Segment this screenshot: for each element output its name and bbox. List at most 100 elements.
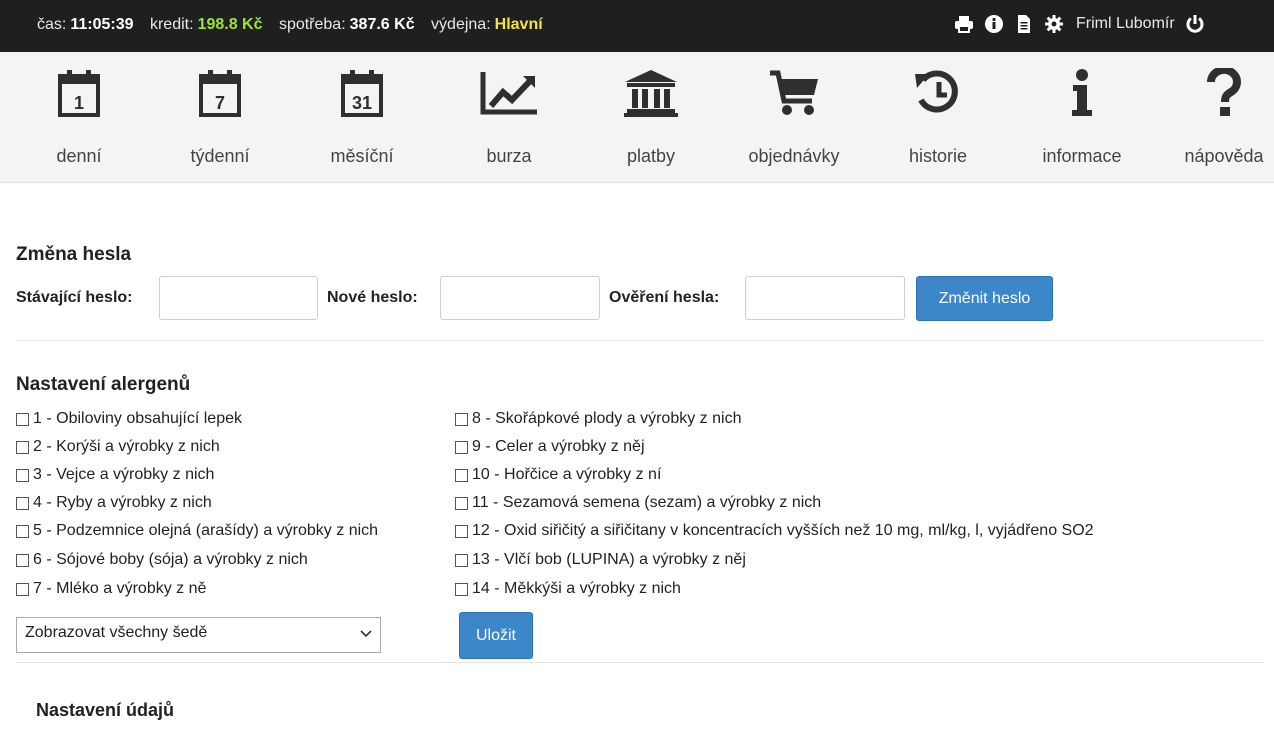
confirm-password-input[interactable]: [745, 276, 905, 320]
nav-label-orders: objednávky: [748, 146, 840, 166]
canteen-value: Hlavní: [494, 16, 543, 33]
allergen-checkbox[interactable]: [455, 582, 468, 596]
document-icon[interactable]: [1014, 14, 1034, 34]
allergen-item[interactable]: 13 - Vlčí bob (LUPINA) a výrobky z něj: [455, 551, 746, 569]
allergen-label: 12 - Oxid siřičitý a siřičitany v koncen…: [472, 522, 1094, 539]
calendar-month-number: 31: [352, 93, 372, 113]
allergen-item[interactable]: 9 - Celer a výrobky z něj: [455, 438, 645, 456]
nav-label-weekly: týdenní: [190, 146, 250, 166]
allergen-label: 13 - Vlčí bob (LUPINA) a výrobky z něj: [472, 551, 746, 568]
nav-label-information: informace: [1042, 146, 1122, 166]
nav-item-daily[interactable]: 1 denní: [14, 62, 144, 167]
allergen-item[interactable]: 1 - Obiloviny obsahující lepek: [16, 410, 242, 428]
allergens-section-title: Nastavení alergenů: [16, 374, 191, 395]
nav-item-exchange[interactable]: burza: [444, 62, 574, 167]
top-actions: Friml Lubomír: [954, 14, 1215, 34]
time-value: 11:05:39: [70, 16, 134, 33]
allergen-label: 4 - Ryby a výrobky z nich: [33, 494, 212, 511]
allergen-checkbox[interactable]: [16, 582, 29, 596]
allergen-item[interactable]: 4 - Ryby a výrobky z nich: [16, 494, 212, 512]
allergen-item[interactable]: 7 - Mléko a výrobky z ně: [16, 580, 206, 598]
allergen-checkbox[interactable]: [16, 468, 29, 482]
user-name[interactable]: Friml Lubomír: [1076, 15, 1175, 33]
nav-item-weekly[interactable]: 7 týdenní: [155, 62, 285, 167]
allergen-checkbox[interactable]: [16, 496, 29, 510]
nav-item-help[interactable]: nápověda: [1159, 62, 1274, 167]
nav-item-monthly[interactable]: 31 měsíční: [297, 62, 427, 167]
main-nav: 1 denní 7 týdenní 31 měsíční burza platb…: [0, 52, 1274, 183]
cart-icon: [729, 62, 859, 124]
calendar-day-icon: 1: [14, 62, 144, 124]
nav-item-information[interactable]: informace: [1017, 62, 1147, 167]
nav-item-history[interactable]: historie: [873, 62, 1003, 167]
allergen-item[interactable]: 8 - Skořápkové plody a výrobky z nich: [455, 410, 741, 428]
chart-line-icon: [444, 62, 574, 124]
calendar-week-icon: 7: [155, 62, 285, 124]
nav-label-daily: denní: [56, 146, 102, 166]
credit-value: 198.8 Kč: [197, 16, 263, 33]
allergen-item[interactable]: 5 - Podzemnice olejná (arašídy) a výrobk…: [16, 522, 378, 540]
status-stats: čas: 11:05:39 kredit: 198.8 Kč spotřeba: 38…: [37, 16, 555, 34]
nav-label-payments: platby: [626, 146, 676, 166]
allergen-checkbox[interactable]: [455, 412, 468, 426]
allergen-item[interactable]: 10 - Hořčice a výrobky z ní: [455, 466, 661, 484]
change-password-button[interactable]: Změnit heslo: [916, 276, 1053, 321]
allergen-display-select[interactable]: Zobrazovat všechny šedě: [16, 617, 381, 653]
allergen-item[interactable]: 3 - Vejce a výrobky z nich: [16, 466, 214, 484]
power-icon[interactable]: [1185, 14, 1205, 34]
nav-label-help: nápověda: [1184, 146, 1264, 166]
allergen-item[interactable]: 14 - Měkkýši a výrobky z nich: [455, 580, 681, 598]
allergen-checkbox[interactable]: [455, 524, 468, 538]
divider: [16, 340, 1264, 341]
current-password-input[interactable]: [159, 276, 318, 320]
print-icon[interactable]: [954, 14, 974, 34]
history-icon: [873, 62, 1003, 124]
allergen-label: 1 - Obiloviny obsahující lepek: [33, 410, 242, 427]
allergen-label: 9 - Celer a výrobky z něj: [472, 438, 645, 455]
spend-value: 387.6 Kč: [349, 16, 415, 33]
new-password-label: Nové heslo:: [327, 289, 418, 306]
spend-key: spotřeba:: [278, 16, 346, 33]
allergen-checkbox[interactable]: [16, 412, 29, 426]
allergen-label: 7 - Mléko a výrobky z ně: [33, 580, 207, 597]
new-password-input[interactable]: [440, 276, 600, 320]
nav-label-history: historie: [908, 146, 968, 166]
gear-icon[interactable]: [1044, 14, 1064, 34]
top-status-bar: čas: 11:05:39 kredit: 198.8 Kč spotřeba: 38…: [0, 0, 1274, 52]
allergen-label: 8 - Skořápkové plody a výrobky z nich: [472, 410, 742, 427]
question-icon: [1159, 62, 1274, 124]
current-password-label: Stávající heslo:: [16, 289, 133, 306]
allergen-checkbox[interactable]: [16, 524, 29, 538]
allergen-item[interactable]: 11 - Sezamová semena (sezam) a výrobky z…: [455, 494, 821, 512]
allergen-checkbox[interactable]: [455, 440, 468, 454]
calendar-day-number: 1: [74, 93, 84, 113]
divider: [16, 662, 1264, 663]
allergen-checkbox[interactable]: [455, 468, 468, 482]
allergen-label: 3 - Vejce a výrobky z nich: [33, 466, 215, 483]
canteen-key: výdejna:: [431, 16, 491, 33]
confirm-password-label: Ověření hesla:: [609, 289, 720, 306]
allergen-checkbox[interactable]: [16, 553, 29, 567]
allergen-checkbox[interactable]: [455, 553, 468, 567]
allergen-checkbox[interactable]: [16, 440, 29, 454]
nav-label-monthly: měsíční: [330, 146, 394, 166]
allergen-item[interactable]: 2 - Korýši a výrobky z nich: [16, 438, 220, 456]
password-section-title: Změna hesla: [16, 244, 132, 265]
allergen-checkbox[interactable]: [455, 496, 468, 510]
bank-icon: [586, 62, 716, 124]
allergen-label: 2 - Korýši a výrobky z nich: [33, 438, 220, 455]
details-section-title: Nastavení údajů: [36, 700, 175, 720]
allergen-label: 11 - Sezamová semena (sezam) a výrobky z…: [472, 494, 822, 511]
allergen-item[interactable]: 12 - Oxid siřičitý a siřičitany v koncen…: [455, 522, 1094, 540]
info-circle-icon[interactable]: [984, 14, 1004, 34]
chevron-down-icon: [360, 627, 372, 645]
allergen-label: 6 - Sójové boby (sója) a výrobky z nich: [33, 551, 308, 568]
save-allergens-button[interactable]: Uložit: [459, 612, 533, 659]
allergen-label: 10 - Hořčice a výrobky z ní: [472, 466, 662, 483]
allergen-label: 5 - Podzemnice olejná (arašídy) a výrobk…: [33, 522, 379, 539]
nav-item-orders[interactable]: objednávky: [729, 62, 859, 167]
allergen-display-select-value: Zobrazovat všechny šedě: [25, 624, 208, 641]
allergen-item[interactable]: 6 - Sójové boby (sója) a výrobky z nich: [16, 551, 308, 569]
nav-item-payments[interactable]: platby: [586, 62, 716, 167]
nav-label-exchange: burza: [486, 146, 532, 166]
